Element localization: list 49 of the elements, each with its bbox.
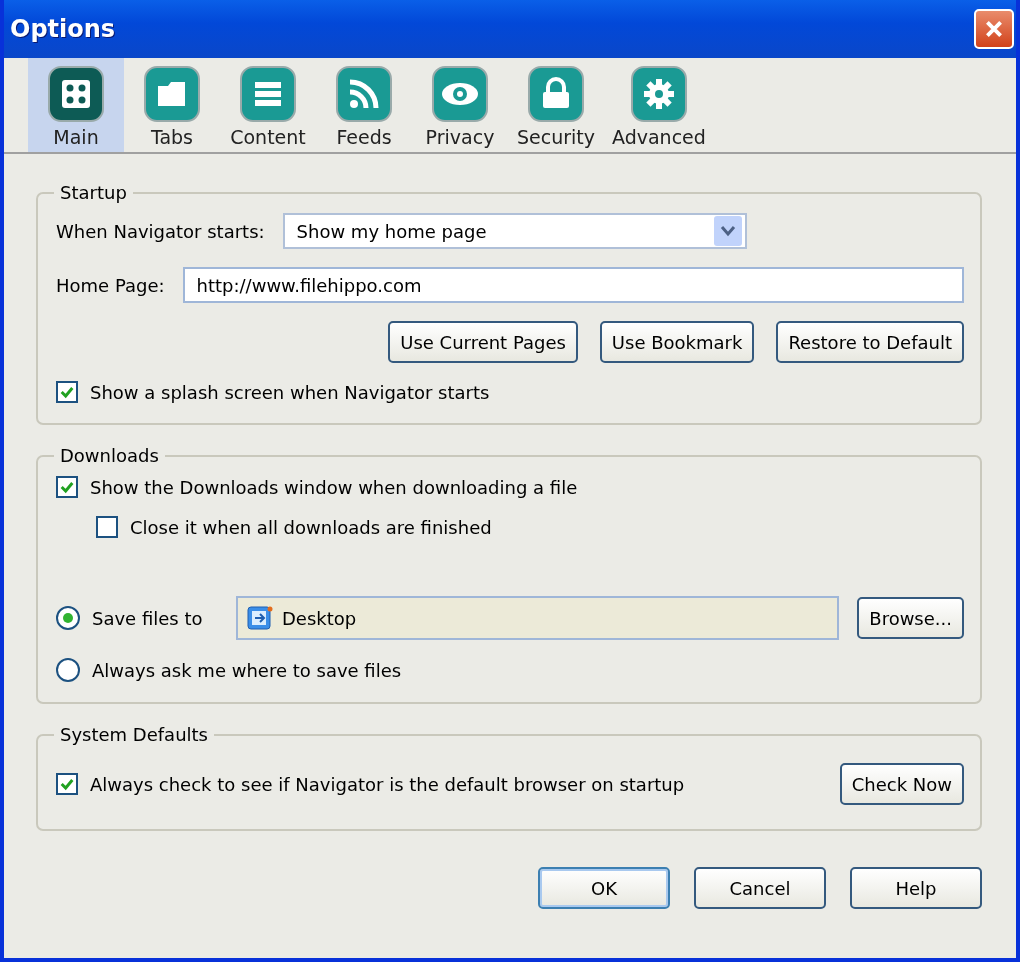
startup-dropdown[interactable]: Show my home page [282, 213, 747, 249]
grid-icon [48, 66, 104, 122]
checkbox-label: Show the Downloads window when downloading a file [90, 476, 578, 498]
tabs-icon [144, 66, 200, 122]
checkbox-label: Always check to see if Navigator is the default browser on startup [90, 773, 685, 795]
close-button[interactable] [974, 9, 1014, 49]
checkbox[interactable] [56, 773, 78, 795]
toolbar-tab[interactable]: Feeds [316, 58, 412, 152]
eye-icon [432, 66, 488, 122]
home-page-field[interactable]: http://www.filehippo.com [182, 267, 964, 303]
radio-button[interactable] [56, 658, 80, 682]
check-now-button[interactable]: Check Now [839, 763, 964, 805]
window-title: Options [10, 15, 116, 43]
dialog-button[interactable]: Cancel [694, 867, 826, 909]
toolbar-tab[interactable]: Security [508, 58, 604, 152]
toolbar-tab[interactable]: Main [28, 58, 124, 152]
radio-label: Save files to [92, 607, 204, 629]
field-label: When Navigator starts: [56, 220, 265, 242]
action-button[interactable]: Use Bookmark [599, 321, 755, 363]
gear-icon [630, 66, 687, 122]
toolbar-tab[interactable]: Content [220, 58, 316, 152]
action-button[interactable]: Use Current Pages [388, 321, 578, 363]
rss-icon [336, 66, 392, 122]
padlock-icon [528, 66, 584, 122]
radio-label: Always ask me where to save files [92, 659, 402, 681]
checkbox-label: Show a splash screen when Navigator starts [90, 381, 490, 403]
toolbar-tab[interactable]: Privacy [412, 58, 508, 152]
close-icon [983, 18, 1005, 40]
folder-field[interactable]: Desktop [236, 596, 840, 640]
field-label: Home Page: [56, 274, 165, 296]
checkmark-icon [59, 384, 75, 400]
radio-button[interactable] [56, 606, 80, 630]
browse-button[interactable]: Browse... [857, 597, 964, 639]
toolbar-tab[interactable]: Advanced [604, 58, 714, 152]
action-button[interactable]: Restore to Default [776, 321, 964, 363]
checkbox[interactable] [56, 381, 78, 403]
folder-icon [246, 604, 274, 632]
checkbox[interactable] [56, 476, 78, 498]
checkbox-label: Close it when all downloads are finished [130, 516, 492, 538]
checkmark-icon [59, 776, 75, 792]
toolbar-tab[interactable]: Tabs [124, 58, 220, 152]
checkmark-icon [59, 479, 75, 495]
group-title: Downloads [59, 445, 160, 466]
dialog-button[interactable]: Help [850, 867, 982, 909]
group-title: System Defaults [59, 724, 209, 745]
dialog-button[interactable]: OK [538, 867, 670, 909]
checkbox[interactable] [96, 516, 118, 538]
stack-icon [240, 66, 296, 122]
group-title: Startup [59, 182, 128, 203]
